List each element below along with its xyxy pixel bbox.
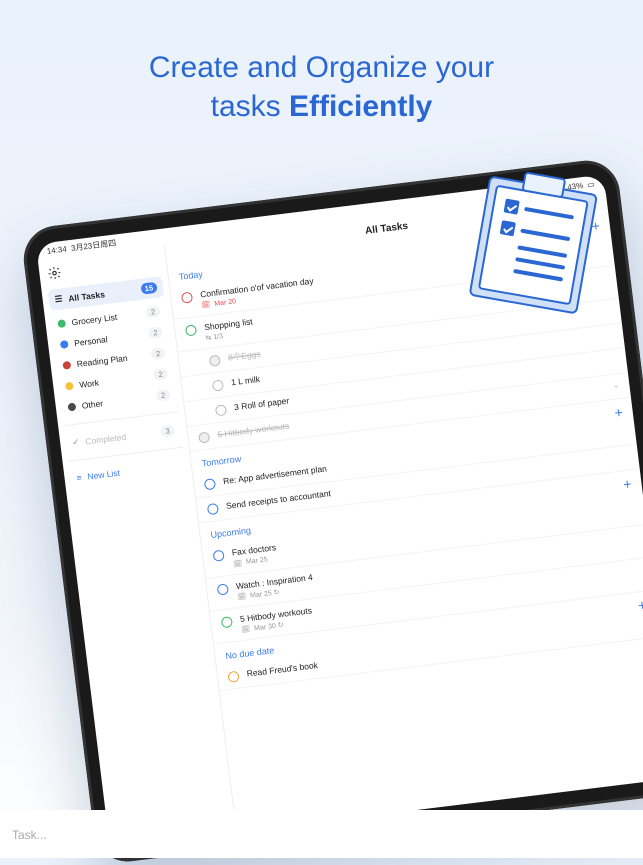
headline-line2b: Efficiently	[289, 90, 432, 123]
inbox-icon: ☰	[54, 293, 63, 305]
task-checkbox[interactable]	[207, 503, 219, 515]
sidebar-item-label: Other	[81, 392, 151, 410]
clipboard-illustration	[469, 167, 600, 314]
sidebar-item-count: 2	[145, 306, 160, 319]
add-task-button[interactable]: +	[614, 407, 623, 418]
task-checkbox[interactable]	[215, 405, 227, 417]
sidebar-item-label: All Tasks	[68, 285, 136, 303]
group-label: Today	[178, 269, 203, 282]
sidebar-item-label: Grocery List	[71, 309, 141, 327]
sidebar-item-count: 15	[140, 282, 158, 295]
gear-icon[interactable]	[47, 265, 63, 281]
sidebar-item-label: Personal	[74, 329, 144, 347]
sidebar-item-count: 2	[156, 389, 171, 402]
new-list-button[interactable]: ≡ New List	[69, 455, 186, 489]
task-checkbox[interactable]	[198, 432, 210, 444]
group-label: Tomorrow	[201, 454, 241, 469]
list-icon: ≡	[76, 472, 82, 483]
sidebar-item-count: 2	[153, 368, 168, 381]
task-checkbox[interactable]	[213, 550, 225, 562]
task-checkbox[interactable]	[181, 292, 193, 304]
task-checkbox[interactable]	[185, 324, 197, 336]
color-dot	[65, 381, 74, 390]
color-dot	[62, 360, 71, 369]
headline-line2a: tasks	[211, 90, 289, 123]
new-task-bar: Task...	[0, 810, 643, 858]
add-task-button[interactable]: +	[623, 479, 632, 490]
sidebar-item-count: 3	[160, 425, 175, 438]
headline: Create and Organize your tasks Efficient…	[0, 0, 643, 126]
task-checkbox[interactable]	[227, 671, 239, 683]
sidebar-item-label: Completed	[85, 428, 156, 446]
task-checkbox[interactable]	[209, 355, 221, 367]
color-dot	[60, 340, 69, 349]
group-label: No due date	[225, 645, 275, 661]
task-checkbox[interactable]	[204, 478, 216, 490]
add-task-button[interactable]: +	[638, 599, 643, 610]
task-checkbox[interactable]	[212, 380, 224, 392]
color-dot	[57, 319, 66, 328]
sidebar-item-label: Work	[79, 371, 149, 389]
task-checkbox[interactable]	[217, 583, 229, 595]
sidebar-item-label: Reading Plan	[76, 350, 146, 368]
color-dot	[67, 402, 76, 411]
new-list-label: New List	[87, 460, 180, 481]
group-label: Upcoming	[210, 526, 251, 541]
check-icon: ✔	[72, 436, 80, 448]
sidebar-item-count: 2	[150, 347, 165, 360]
new-task-input[interactable]: Task...	[0, 810, 643, 858]
headline-line1: Create and Organize your	[149, 51, 494, 84]
task-checkbox[interactable]	[221, 616, 233, 628]
chevron-down-icon[interactable]: ⌄	[612, 381, 620, 391]
page-title: All Tasks	[364, 221, 408, 237]
sidebar-item-count: 2	[148, 326, 163, 339]
